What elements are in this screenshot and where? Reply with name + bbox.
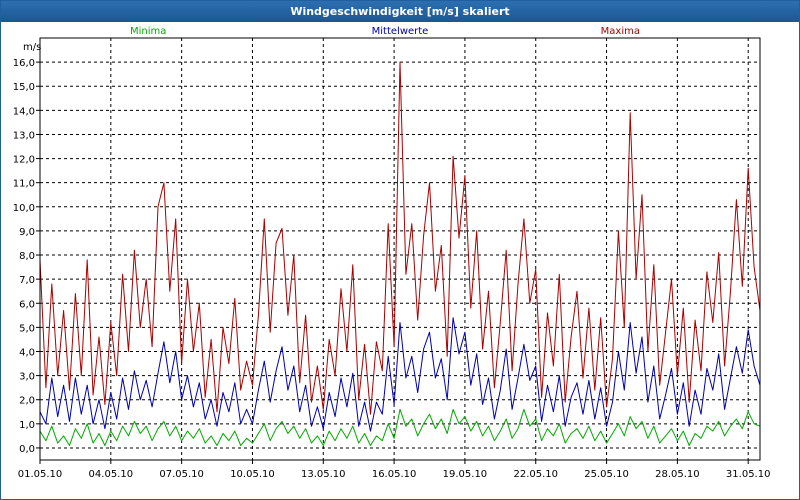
- legend-entry-mittelwerte: Mittelwerte: [372, 26, 429, 37]
- x-tick-label: 28.05.10: [655, 469, 700, 480]
- x-tick-label: 13.05.10: [301, 469, 346, 480]
- y-tick-label: 5,0: [19, 323, 35, 334]
- x-tick-label: 25.05.10: [584, 469, 629, 480]
- x-tick-label: 31.05.10: [726, 469, 771, 480]
- y-tick-label: 15,0: [13, 82, 35, 93]
- x-axis: 01.05.10 04.05.10 07.05.10 10.05.10 13.05.10…: [18, 460, 771, 480]
- x-tick-label: 04.05.10: [89, 469, 134, 480]
- y-tick-label: 4,0: [19, 347, 35, 358]
- x-tick-label: 07.05.10: [159, 469, 204, 480]
- y-axis-label: m/s: [23, 42, 41, 53]
- y-axis: 0,0 1,0 2,0 3,0 4,0 5,0 6,0 7,0 8,0 9,0 10,0 11,0 12…: [13, 58, 40, 455]
- y-tick-label: 9,0: [19, 227, 35, 238]
- y-tick-label: 16,0: [13, 58, 35, 69]
- y-tick-label: 6,0: [19, 299, 35, 310]
- series-line-minima: [39, 408, 761, 446]
- plot-frame: [39, 37, 761, 461]
- y-tick-label: 3,0: [19, 372, 35, 383]
- y-tick-label: 0,0: [19, 444, 35, 455]
- legend-entry-minima: Minima: [130, 26, 166, 37]
- y-tick-label: 1,0: [19, 420, 35, 431]
- x-tick-label: 19.05.10: [443, 469, 488, 480]
- x-tick-label: 16.05.10: [372, 469, 417, 480]
- y-tick-label: 2,0: [19, 396, 35, 407]
- x-tick-label: 10.05.10: [230, 469, 275, 480]
- y-tick-label: 12,0: [13, 155, 35, 166]
- wind-speed-chart: 0,0 1,0 2,0 3,0 4,0 5,0 6,0 7,0 8,0 9,0 10,0 11,0 12…: [13, 26, 771, 480]
- x-tick-label: 22.05.10: [513, 469, 558, 480]
- y-tick-label: 13,0: [13, 130, 35, 141]
- y-tick-label: 7,0: [19, 275, 35, 286]
- y-tick-label: 11,0: [13, 179, 35, 190]
- series-lines: [39, 61, 761, 446]
- legend-entry-maxima: Maxima: [601, 26, 640, 37]
- legend: Minima Mittelwerte Maxima: [130, 26, 640, 37]
- grid: [39, 38, 760, 460]
- series-line-mittelwerte: [39, 317, 761, 432]
- y-tick-label: 10,0: [13, 203, 35, 214]
- x-tick-label: 01.05.10: [18, 469, 63, 480]
- y-tick-label: 14,0: [13, 106, 35, 117]
- series-line-maxima: [39, 61, 761, 415]
- y-tick-label: 8,0: [19, 251, 35, 262]
